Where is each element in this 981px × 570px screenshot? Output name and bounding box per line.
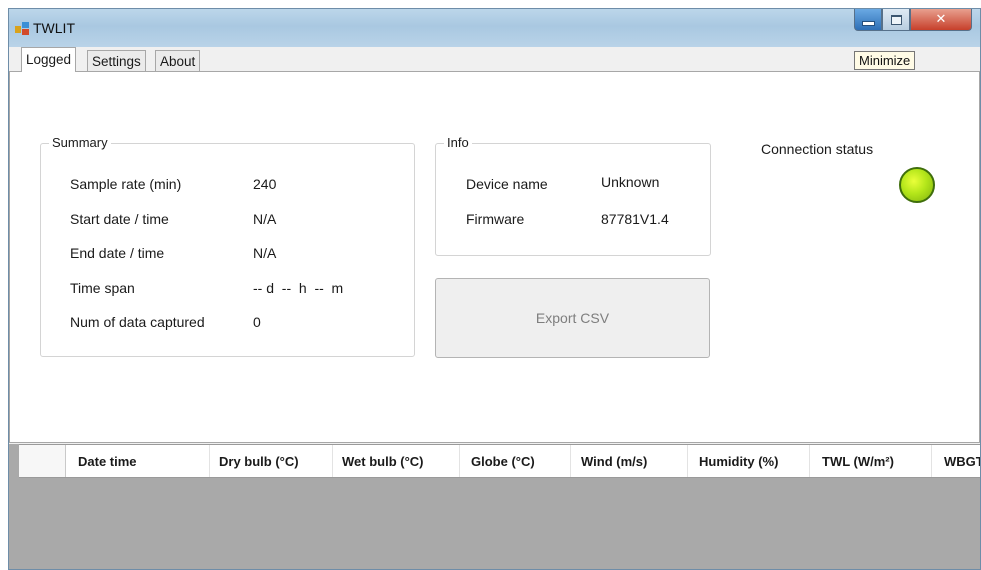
tab-settings[interactable]: Settings <box>87 50 146 71</box>
tab-logged-label: Logged <box>26 52 72 67</box>
tab-logged[interactable]: Logged <box>21 47 77 72</box>
time-span-label: Time span <box>70 280 135 296</box>
end-date-label: End date / time <box>70 245 165 261</box>
close-icon: ✕ <box>935 12 947 27</box>
summary-group: Summary Sample rate (min) 240 Start date… <box>40 135 415 357</box>
data-grid[interactable]: Date time Dry bulb (°C) Wet bulb (°C) Gl… <box>9 444 980 569</box>
time-span-value: -- d -- h -- m <box>253 280 344 296</box>
minimize-icon <box>862 22 874 25</box>
connection-status-label: Connection status <box>761 141 874 157</box>
app-window: TWLIT ✕ Logged Settings About Summary Sa… <box>8 8 981 570</box>
firmware-value: 87781V1.4 <box>601 211 669 227</box>
app-icon <box>15 22 29 35</box>
sample-rate-value: 240 <box>253 176 277 192</box>
col-twl[interactable]: TWL (W/m²) <box>822 454 894 469</box>
start-date-value: N/A <box>253 211 277 227</box>
info-group: Info Device name Unknown Firmware 87781V… <box>435 135 711 256</box>
tab-settings-label: Settings <box>92 54 141 69</box>
firmware-label: Firmware <box>466 211 525 227</box>
col-globe[interactable]: Globe (°C) <box>471 454 535 469</box>
window-title: TWLIT <box>33 20 75 36</box>
data-count-value: 0 <box>253 314 261 330</box>
maximize-icon <box>890 14 902 25</box>
minimize-button[interactable] <box>854 9 882 31</box>
tab-panel-logged: Summary Sample rate (min) 240 Start date… <box>9 71 980 443</box>
device-name-label: Device name <box>466 176 548 192</box>
col-wet-bulb[interactable]: Wet bulb (°C) <box>342 454 424 469</box>
export-csv-button[interactable]: Export CSV <box>435 278 710 358</box>
sample-rate-label: Sample rate (min) <box>70 176 182 192</box>
col-date-time[interactable]: Date time <box>78 454 137 469</box>
summary-group-title: Summary <box>49 135 111 150</box>
start-date-label: Start date / time <box>70 211 169 227</box>
close-button[interactable]: ✕ <box>910 9 972 31</box>
data-count-label: Num of data captured <box>70 314 205 330</box>
client-area: Logged Settings About Summary Sample rat… <box>9 47 980 569</box>
grid-header: Date time Dry bulb (°C) Wet bulb (°C) Gl… <box>19 444 980 478</box>
tab-about-label: About <box>160 54 196 69</box>
col-wind[interactable]: Wind (m/s) <box>581 454 647 469</box>
maximize-button[interactable] <box>882 9 910 31</box>
minimize-tooltip: Minimize <box>854 51 916 70</box>
col-wbgt[interactable]: WBGT <box>944 454 980 469</box>
connection-status-indicator <box>899 167 935 203</box>
end-date-value: N/A <box>253 245 277 261</box>
row-header-corner[interactable] <box>19 445 66 477</box>
title-bar[interactable]: TWLIT ✕ <box>9 9 980 47</box>
col-dry-bulb[interactable]: Dry bulb (°C) <box>219 454 299 469</box>
device-name-value: Unknown <box>601 174 660 190</box>
col-humidity[interactable]: Humidity (%) <box>699 454 778 469</box>
info-group-title: Info <box>444 135 472 150</box>
tab-about[interactable]: About <box>155 50 201 71</box>
